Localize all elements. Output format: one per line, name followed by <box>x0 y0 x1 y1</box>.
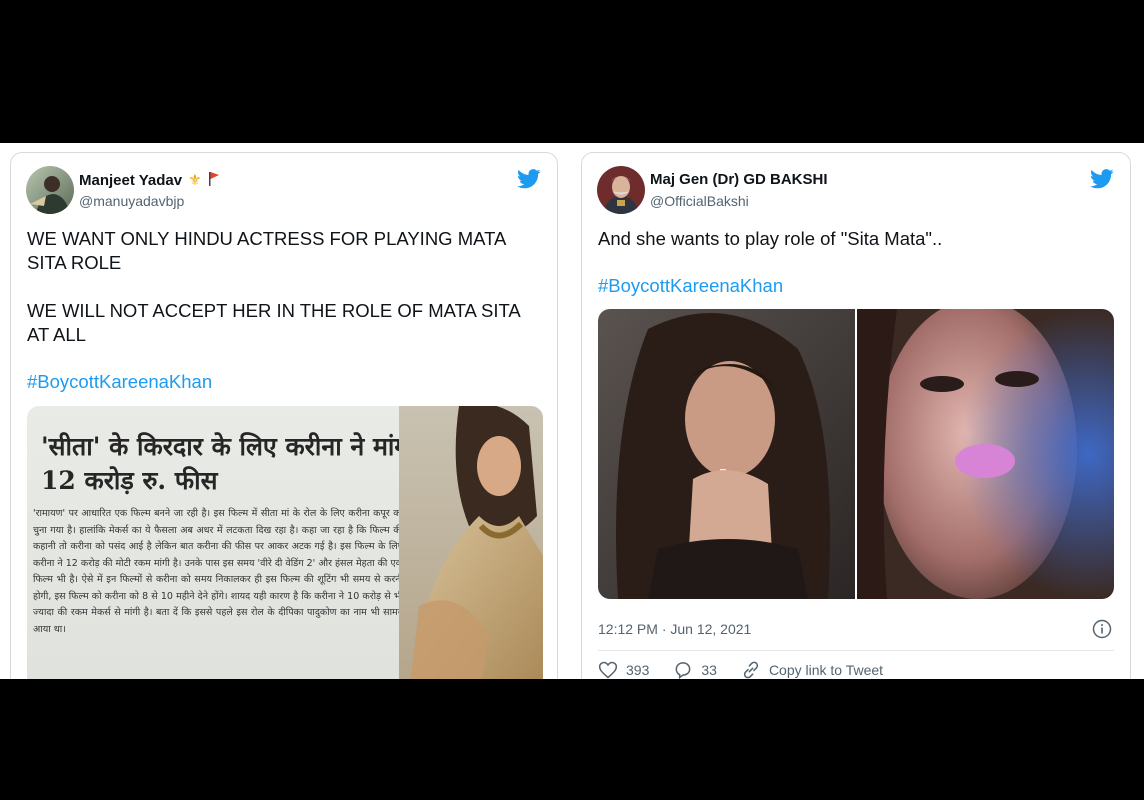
display-name[interactable]: Maj Gen (Dr) GD BAKSHI <box>650 171 828 188</box>
tweets-panel: Manjeet Yadav ⚜ @manuyadavbjp WE WANT ON… <box>0 143 1144 679</box>
tweet-text: WE WANT ONLY HINDU ACTRESS FOR PLAYING M… <box>27 228 520 345</box>
avatar[interactable] <box>26 166 74 214</box>
twitter-bird-icon[interactable] <box>517 168 541 190</box>
hashtag-link[interactable]: #BoycottKareenaKhan <box>27 371 212 393</box>
heart-icon <box>598 661 618 679</box>
tweet-text: And she wants to play role of "Sita Mata… <box>598 228 943 249</box>
avatar[interactable] <box>597 166 645 214</box>
actress-photo <box>399 406 543 679</box>
photo-left[interactable] <box>598 309 855 599</box>
reply-count: 33 <box>701 662 717 678</box>
newspaper-headline: 'सीता' के किरदार के लिए करीना ने मांगी 1… <box>41 432 415 495</box>
reply-icon <box>675 662 691 679</box>
tweet-card-manjeet[interactable]: Manjeet Yadav ⚜ @manuyadavbjp WE WANT ON… <box>10 152 558 679</box>
tweet-actions: 393 33 Copy link to Tweet <box>598 660 907 679</box>
tweet-card-bakshi[interactable]: Maj Gen (Dr) GD BAKSHI @OfficialBakshi A… <box>581 152 1131 679</box>
display-name[interactable]: Manjeet Yadav <box>79 172 182 189</box>
hashtag-link[interactable]: #BoycottKareenaKhan <box>598 275 783 297</box>
newspaper-clipping-image[interactable]: 'सीता' के किरदार के लिए करीना ने मांगी 1… <box>27 406 543 679</box>
newspaper-body: 'रामायण' पर आधारित एक फिल्म बनने जा रही … <box>33 508 403 635</box>
copy-link-button[interactable]: Copy link to Tweet <box>741 660 883 679</box>
photo-right[interactable] <box>857 309 1114 599</box>
handle[interactable]: @OfficialBakshi <box>650 193 749 209</box>
twitter-bird-icon[interactable] <box>1090 168 1114 190</box>
divider <box>598 650 1114 651</box>
tweet-photos <box>598 309 1114 599</box>
link-icon <box>743 661 759 679</box>
tweet-timestamp[interactable]: 12:12 PM · Jun 12, 2021 <box>598 621 751 637</box>
reply-button[interactable]: 33 <box>673 660 717 679</box>
fleur-de-lis-icon: ⚜ <box>188 171 202 189</box>
info-icon[interactable] <box>1092 619 1112 639</box>
handle[interactable]: @manuyadavbjp <box>79 193 184 209</box>
copy-link-label: Copy link to Tweet <box>768 662 884 678</box>
like-count: 393 <box>626 662 650 678</box>
saffron-flag-icon <box>208 171 220 189</box>
like-button[interactable]: 393 <box>598 660 649 679</box>
